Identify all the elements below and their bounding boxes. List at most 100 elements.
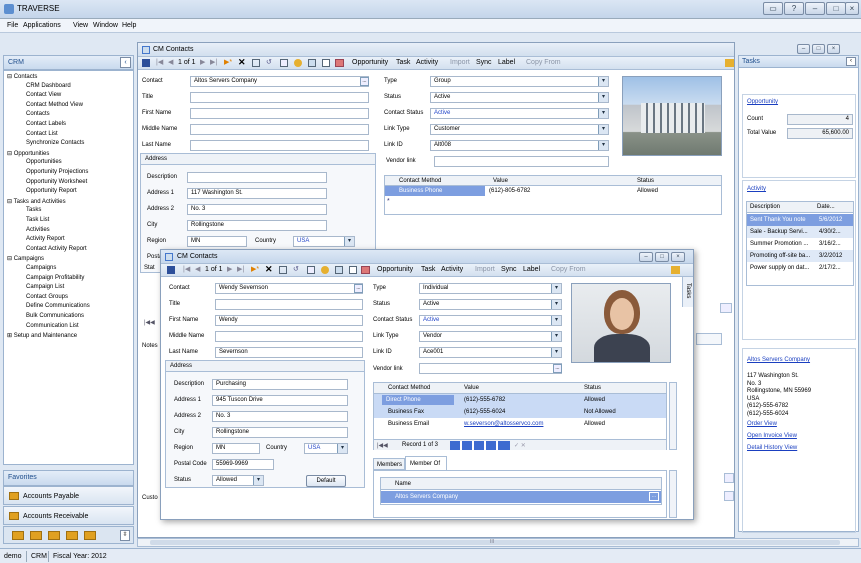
popup-minimize-button[interactable]: – (639, 252, 653, 262)
collapse-pane-icon[interactable]: ‹ (120, 57, 131, 68)
task-button[interactable]: Task (421, 266, 435, 273)
chart-icon[interactable] (361, 266, 370, 274)
notes-icon[interactable] (279, 266, 287, 274)
column-header[interactable]: Status (584, 385, 601, 391)
menu-view[interactable]: View (73, 22, 88, 29)
favorite-accounts-payable[interactable]: Accounts Payable (3, 486, 134, 505)
menu-file[interactable]: File (7, 22, 18, 29)
tree-item[interactable]: Synchronize Contacts (26, 140, 84, 146)
tree-item[interactable]: Campaign List (26, 284, 64, 290)
tree-item[interactable]: Tasks (26, 207, 41, 213)
company-link[interactable]: Altos Servers Company (747, 357, 810, 363)
default-button[interactable]: Default (306, 475, 346, 487)
last-name-field[interactable]: Severnson (215, 347, 363, 358)
child-maximize-button[interactable]: □ (812, 44, 825, 54)
description-field[interactable]: Purchasing (212, 379, 348, 390)
table-row[interactable]: Altos Servers Company ... (381, 491, 661, 503)
folder-icon[interactable] (725, 59, 734, 67)
tasks-side-tab[interactable]: Tasks (682, 277, 693, 307)
column-header[interactable]: Contact Method (399, 178, 441, 184)
activity-button[interactable]: Activity (441, 266, 463, 273)
new-record-icon[interactable]: ▶* (224, 58, 232, 66)
address-status-select[interactable]: Allowed (212, 475, 264, 486)
tab-members[interactable]: Members (373, 458, 405, 470)
first-record-icon[interactable]: |◀ (156, 58, 163, 66)
tree-item[interactable]: Activity Report (26, 236, 65, 242)
tree-item[interactable]: Opportunity Worksheet (26, 179, 87, 185)
table-row[interactable]: Business Fax (612)-555-6024 Not Allowed (374, 406, 666, 418)
middle-name-field[interactable] (190, 124, 369, 135)
prev-record-icon[interactable]: ◀ (195, 265, 200, 273)
tree-item[interactable]: Contact Activity Report (26, 246, 87, 252)
tree-item[interactable]: Activities (26, 227, 50, 233)
opportunity-link[interactable]: Opportunity (747, 99, 778, 105)
activity-row[interactable]: Promoting off-site ba... 3/2/2012 (747, 250, 853, 262)
prev-record-icon[interactable]: ◀ (168, 58, 173, 66)
tree-item[interactable]: Bulk Communications (26, 313, 84, 319)
label-button[interactable]: Label (523, 266, 540, 273)
child-close-button[interactable]: × (827, 44, 840, 54)
first-name-field[interactable]: Wendy (215, 315, 363, 326)
first-record-icon[interactable]: |◀ (183, 265, 190, 273)
lookup-button[interactable]: ... (649, 492, 659, 501)
contact-field[interactable]: Altos Servers Company (190, 76, 369, 87)
column-header[interactable]: Name (395, 481, 411, 487)
popup-maximize-button[interactable]: □ (655, 252, 669, 262)
tree-item[interactable]: ⊟ Tasks and Activities (7, 198, 66, 205)
scroll-button[interactable] (724, 473, 734, 483)
menu-window[interactable]: Window (93, 22, 118, 29)
country-select[interactable]: USA (304, 443, 348, 454)
scroll-button[interactable] (724, 491, 734, 501)
copy-from-button[interactable]: Copy From (526, 59, 561, 66)
sync-button[interactable]: Sync (501, 266, 517, 273)
favorite-accounts-receivable[interactable]: Accounts Receivable (3, 506, 134, 525)
sync-button[interactable]: Sync (476, 59, 492, 66)
tree-item[interactable]: CRM Dashboard (26, 83, 71, 89)
opportunity-button[interactable]: Opportunity (352, 59, 388, 66)
title-field[interactable] (215, 299, 363, 310)
column-header[interactable]: Date... (817, 204, 835, 210)
menu-applications[interactable]: Applications (23, 22, 61, 29)
preview-icon[interactable] (280, 59, 288, 67)
address1-field[interactable]: 945 Tuscon Drive (212, 395, 348, 406)
notes-icon[interactable] (252, 59, 260, 67)
table-row[interactable]: Direct Phone (612)-555-6782 Allowed (374, 394, 666, 406)
undo-icon[interactable]: ↺ (266, 58, 272, 66)
navigator-buttons[interactable] (450, 441, 510, 450)
tree-item[interactable]: Contact Groups (26, 294, 68, 300)
scroll-thumb[interactable] (150, 540, 840, 545)
tree-item[interactable]: Communication List (26, 323, 79, 329)
activity-link[interactable]: Activity (747, 186, 766, 192)
horizontal-scrollbar[interactable]: III (137, 538, 859, 547)
link-type-select[interactable]: Vendor (419, 331, 562, 342)
table-row[interactable]: Business Email w.severson@altosservco.co… (374, 418, 666, 430)
tree-item[interactable]: Define Communications (26, 303, 90, 309)
type-select[interactable]: Group (430, 76, 609, 87)
shortcut-icon[interactable] (66, 531, 78, 540)
column-header[interactable]: Description (750, 204, 780, 210)
contact-status-select[interactable]: Active (419, 315, 562, 326)
delete-icon[interactable]: ✕ (238, 57, 246, 68)
tree-item[interactable]: Campaigns (26, 265, 56, 271)
import-button[interactable]: Import (450, 59, 470, 66)
activity-button[interactable]: Activity (416, 59, 438, 66)
save-icon[interactable] (142, 59, 150, 67)
city-field[interactable]: Rollingstone (187, 220, 327, 231)
title-field[interactable] (190, 92, 369, 103)
tree-item[interactable]: Opportunity Projections (26, 169, 88, 175)
shortcut-icon[interactable] (12, 531, 24, 540)
last-record-icon[interactable]: ▶| (210, 58, 217, 66)
status-select[interactable]: Active (419, 299, 562, 310)
email-icon[interactable] (335, 266, 343, 274)
region-field[interactable]: MN (212, 443, 260, 454)
next-record-icon[interactable]: ▶ (227, 265, 232, 273)
attach-icon[interactable] (294, 59, 302, 67)
task-view-link[interactable]: Open Invoice View (747, 433, 797, 439)
nav-first-icon[interactable]: |◀◀ (377, 442, 388, 449)
tree-item[interactable]: ⊟ Opportunities (7, 150, 49, 157)
copy-from-button[interactable]: Copy From (551, 266, 586, 273)
opportunity-button[interactable]: Opportunity (377, 266, 413, 273)
close-button[interactable]: × (845, 2, 859, 15)
tree-item[interactable]: Contact View (26, 92, 61, 98)
shortcut-icon[interactable] (48, 531, 60, 540)
